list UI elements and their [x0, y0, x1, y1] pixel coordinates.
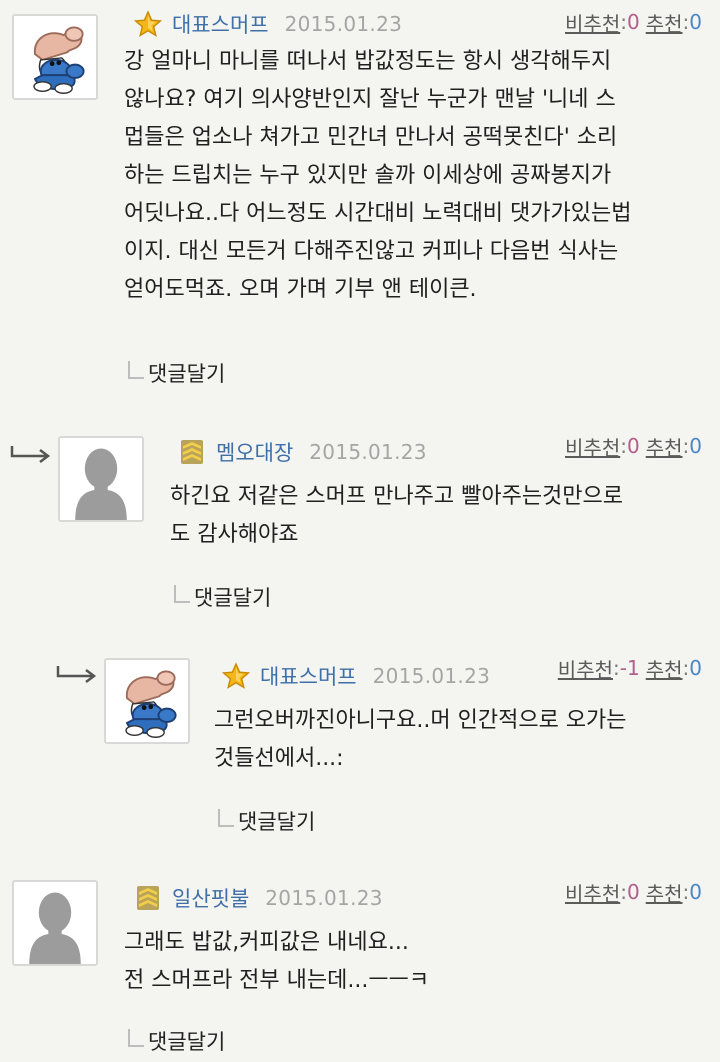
- comment-1: 대표스머프 2015.01.23 비추천:0 추천:0 강 얼마니 마니를 떠나…: [0, 0, 720, 400]
- comment-body: 강 얼마니 마니를 떠나서 밥값정도는 항시 생각해두지 않나요? 여기 의사양…: [124, 49, 632, 302]
- vote-counts: 비추천:0 추천:0: [565, 4, 702, 40]
- upvote-count: 0: [689, 656, 702, 680]
- reply-corner-icon: [128, 1029, 144, 1047]
- reply-label: 댓글달기: [238, 810, 316, 834]
- downvote-count: 0: [626, 434, 640, 458]
- reply-corner-icon: [174, 585, 190, 603]
- upvote-count: 0: [689, 10, 702, 34]
- downvote-button[interactable]: 비추천: [565, 878, 620, 907]
- rank-stripes-icon: [178, 438, 206, 466]
- star-badge-icon: [134, 10, 162, 38]
- vote-counts: 비추천:0 추천:0: [565, 428, 702, 464]
- comment-date: 2015.01.23: [265, 886, 383, 910]
- comment-date: 2015.01.23: [284, 12, 403, 36]
- comment-date: 2015.01.23: [309, 440, 427, 464]
- reply-button[interactable]: 댓글달기: [218, 806, 315, 836]
- smurf-avatar[interactable]: [12, 14, 98, 100]
- downvote-count: 0: [626, 10, 640, 34]
- downvote-count: 0: [626, 880, 640, 904]
- comment-body: 그래도 밥값,커피값은 내네요... 전 스머프라 전부 내는데...ㅡㅡㅋ: [124, 930, 430, 993]
- default-avatar[interactable]: [12, 880, 98, 966]
- reply-corner-icon: [128, 361, 144, 379]
- reply-label: 댓글달기: [148, 1030, 226, 1054]
- reply-button[interactable]: 댓글달기: [174, 582, 271, 612]
- downvote-button[interactable]: 비추천: [565, 432, 620, 461]
- upvote-button[interactable]: 추천: [646, 878, 683, 907]
- comment-4: 일산핏불 2015.01.23 비추천:0 추천:0 그래도 밥값,커피값은 내…: [0, 866, 720, 1062]
- comment-header: 대표스머프 2015.01.23: [134, 6, 402, 42]
- author-nickname[interactable]: 멤오대장: [216, 437, 293, 467]
- reply-arrow-icon: [10, 446, 51, 463]
- smurf-avatar[interactable]: [104, 658, 190, 744]
- upvote-button[interactable]: 추천: [646, 654, 683, 683]
- default-avatar[interactable]: [58, 436, 144, 522]
- comment-2: 멤오대장 2015.01.23 비추천:0 추천:0 하긴요 저같은 스머프 만…: [0, 420, 720, 620]
- reply-button[interactable]: 댓글달기: [128, 1026, 225, 1056]
- vote-counts: 비추천:0 추천:0: [565, 874, 702, 910]
- author-nickname[interactable]: 대표스머프: [172, 9, 269, 39]
- author-nickname[interactable]: 일산핏불: [172, 883, 249, 913]
- upvote-button[interactable]: 추천: [646, 8, 683, 37]
- vote-counts: 비추천: -1 추천:0: [558, 650, 702, 686]
- comment-header: 멤오대장 2015.01.23: [178, 434, 427, 470]
- reply-arrow-icon: [56, 666, 97, 683]
- reply-label: 댓글달기: [194, 586, 272, 610]
- rank-stripes-icon: [134, 884, 162, 912]
- comment-body: 하긴요 저같은 스머프 만나주고 빨아주는것만으로 도 감사해야죠: [170, 484, 624, 547]
- comment-date: 2015.01.23: [372, 664, 491, 688]
- reply-label: 댓글달기: [148, 362, 226, 386]
- reply-corner-icon: [218, 809, 234, 827]
- star-badge-icon: [222, 662, 250, 690]
- comment-body: 그런오버까진아니구요..머 인간적으로 오가는 것들선에서...:: [214, 708, 627, 771]
- comment-header: 일산핏불 2015.01.23: [134, 880, 383, 916]
- upvote-count: 0: [689, 880, 702, 904]
- reply-button[interactable]: 댓글달기: [128, 358, 225, 388]
- upvote-count: 0: [689, 434, 702, 458]
- comment-3: 대표스머프 2015.01.23 비추천: -1 추천:0 그런오버까진아니구요.…: [0, 640, 720, 850]
- downvote-button[interactable]: 비추천: [565, 8, 620, 37]
- downvote-button[interactable]: 비추천: [558, 654, 613, 683]
- comment-header: 대표스머프 2015.01.23: [222, 658, 490, 694]
- author-nickname[interactable]: 대표스머프: [260, 661, 357, 691]
- downvote-count: -1: [619, 656, 640, 680]
- upvote-button[interactable]: 추천: [646, 432, 683, 461]
